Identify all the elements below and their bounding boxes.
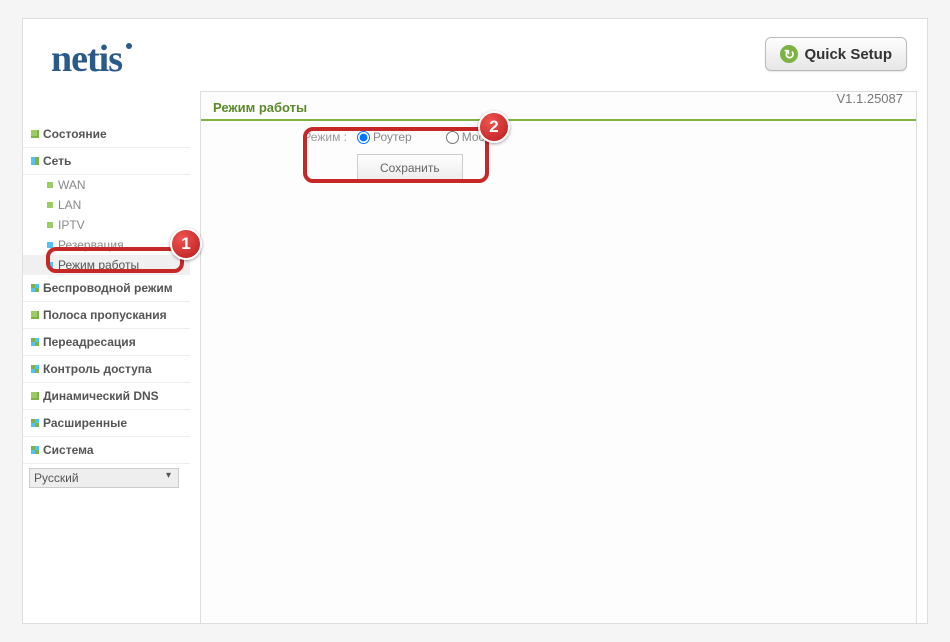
bullet-icon: [31, 419, 39, 427]
sidebar-sub-reservation[interactable]: Резервация ...: [23, 235, 190, 255]
sidebar-item-advanced[interactable]: Расширенные: [23, 410, 190, 437]
sidebar-item-label: Сеть: [43, 154, 71, 168]
radio-bridge-label: Мост: [462, 130, 490, 144]
mode-label: Режим :: [291, 130, 347, 144]
bullet-icon: [31, 392, 39, 400]
sidebar-sub-label: Резервация ...: [58, 238, 137, 252]
bullet-icon: [31, 365, 39, 373]
sidebar-item-label: Контроль доступа: [43, 362, 152, 376]
bullet-icon: [47, 182, 53, 188]
sidebar-sub-label: WAN: [58, 178, 86, 192]
logo: netis: [51, 37, 122, 81]
sidebar-item-forwarding[interactable]: Переадресация: [23, 329, 190, 356]
sidebar-item-network[interactable]: Сеть: [23, 148, 190, 175]
bullet-icon: [31, 157, 39, 165]
bullet-icon: [31, 338, 39, 346]
bullet-icon: [31, 446, 39, 454]
sidebar-item-label: Состояние: [43, 127, 107, 141]
bullet-icon: [31, 311, 39, 319]
sidebar-item-label: Переадресация: [43, 335, 136, 349]
sidebar-sub-wan[interactable]: WAN: [23, 175, 190, 195]
save-button[interactable]: Сохранить: [357, 154, 463, 182]
sidebar-sub-label: LAN: [58, 198, 81, 212]
sidebar-item-label: Динамический DNS: [43, 389, 159, 403]
sidebar-sub-iptv[interactable]: IPTV: [23, 215, 190, 235]
sidebar-item-label: Полоса пропускания: [43, 308, 167, 322]
bullet-icon: [31, 284, 39, 292]
radio-router[interactable]: Роутер: [357, 130, 412, 144]
sidebar-sub-label: IPTV: [58, 218, 85, 232]
sidebar-item-wireless[interactable]: Беспроводной режим: [23, 275, 190, 302]
radio-bridge-input[interactable]: [446, 131, 459, 144]
sidebar-item-access-control[interactable]: Контроль доступа: [23, 356, 190, 383]
refresh-icon: [780, 45, 798, 63]
language-select[interactable]: Русский: [29, 468, 179, 488]
panel-title: Режим работы: [201, 92, 916, 121]
bullet-icon: [47, 202, 53, 208]
sidebar-sub-lan[interactable]: LAN: [23, 195, 190, 215]
sidebar-item-status[interactable]: Состояние: [23, 121, 190, 148]
sidebar-item-ddns[interactable]: Динамический DNS: [23, 383, 190, 410]
sidebar-sub-operation-mode[interactable]: Режим работы: [23, 255, 190, 275]
quick-setup-button[interactable]: Quick Setup: [765, 37, 907, 71]
version-label: V1.1.25087: [836, 91, 903, 106]
sidebar-item-system[interactable]: Система: [23, 437, 190, 464]
sidebar-item-label: Беспроводной режим: [43, 281, 173, 295]
bullet-icon: [47, 222, 53, 228]
sidebar: Состояние Сеть WAN LAN IPTV: [23, 91, 190, 623]
radio-router-input[interactable]: [357, 131, 370, 144]
bullet-icon: [47, 262, 53, 268]
sidebar-item-bandwidth[interactable]: Полоса пропускания: [23, 302, 190, 329]
quick-setup-label: Quick Setup: [804, 46, 892, 63]
sidebar-item-label: Система: [43, 443, 94, 457]
bullet-icon: [31, 130, 39, 138]
content-area: V1.1.25087 Режим работы Режим : Роутер: [190, 91, 927, 623]
radio-router-label: Роутер: [373, 130, 412, 144]
sidebar-item-label: Расширенные: [43, 416, 127, 430]
sidebar-sub-label: Режим работы: [58, 258, 139, 272]
radio-bridge[interactable]: Мост: [446, 130, 490, 144]
bullet-icon: [47, 242, 53, 248]
